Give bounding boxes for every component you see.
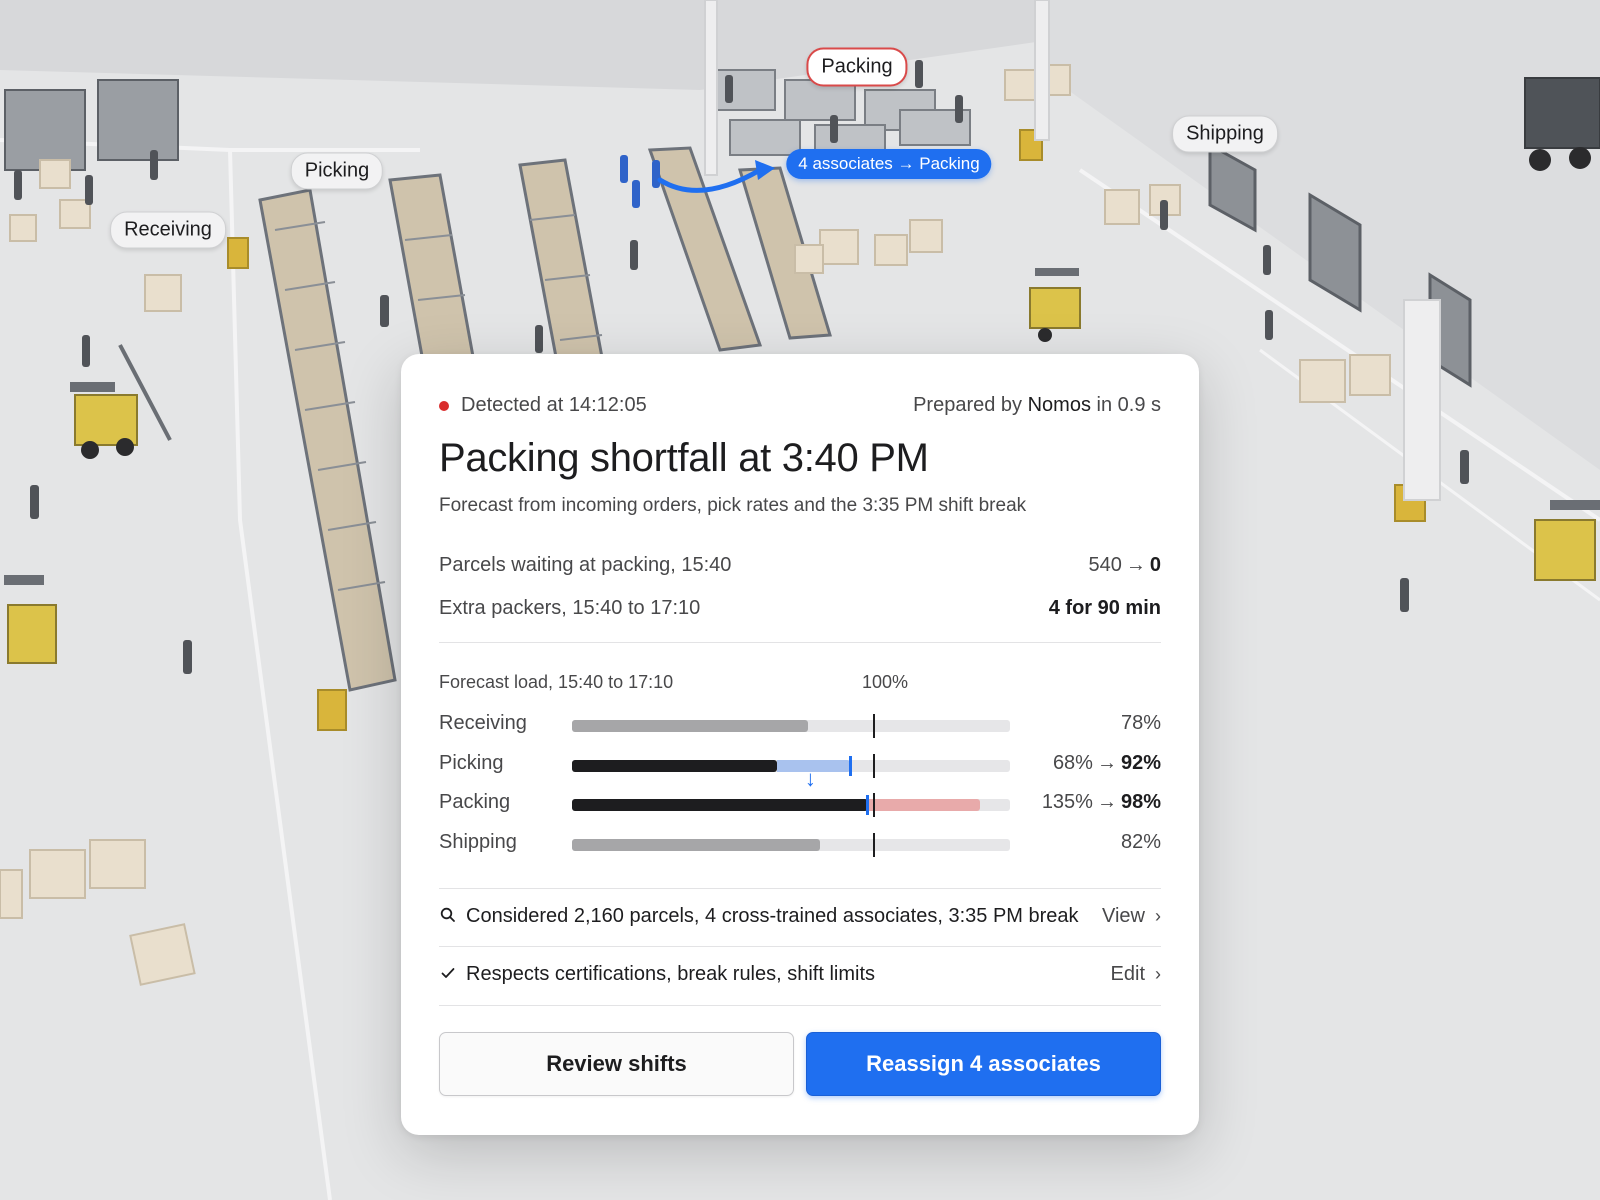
- load-row-value: 68% → 92%: [1053, 752, 1161, 775]
- considered-row[interactable]: Considered 2,160 parcels, 4 cross-traine…: [439, 903, 1161, 933]
- reference-100-tick: [873, 833, 876, 857]
- load-bar-fill: [572, 760, 778, 772]
- load-row-label: Shipping: [439, 831, 517, 853]
- move-associates-pill[interactable]: 4 associates → Packing: [786, 149, 992, 179]
- load-row-shipping: Shipping 82%: [439, 831, 1161, 857]
- constraints-text: Respects certifications, break rules, sh…: [466, 963, 876, 985]
- stat-to: 0: [1149, 554, 1161, 576]
- arrow-right-icon: →: [1125, 554, 1146, 576]
- reference-100-tick: [873, 793, 876, 817]
- divider: [439, 642, 1161, 643]
- load-row-value: 135% → 98%: [1042, 791, 1161, 814]
- stat-label: Extra packers, 15:40 to 17:10: [439, 597, 701, 619]
- load-row-picking: Picking 68% → 92%: [439, 752, 1161, 778]
- transfer-arrow-down-icon: ↓: [804, 766, 816, 791]
- load-row-value: 78%: [1120, 712, 1161, 734]
- divider: [439, 888, 1161, 889]
- stat-parcels-waiting: Parcels waiting at packing, 15:40 540 → 0: [439, 554, 1161, 582]
- view-link[interactable]: View ›: [1102, 905, 1161, 928]
- divider: [439, 946, 1161, 947]
- load-bar-track: [572, 754, 1010, 778]
- load-value-to: 98%: [1120, 791, 1161, 813]
- view-link-label: View: [1102, 905, 1145, 927]
- load-row-packing: Packing 135% → 98%: [439, 791, 1161, 817]
- stat-value-text: 4 for 90 min: [1048, 597, 1161, 619]
- shortfall-card: Detected at 14:12:05 Prepared by Nomos i…: [401, 354, 1199, 1135]
- zone-label-packing[interactable]: Packing: [806, 47, 908, 87]
- zone-label-picking[interactable]: Picking: [290, 152, 384, 190]
- prepared-by: Prepared by Nomos in 0.9 s: [913, 394, 1161, 417]
- load-value-from: 68%: [1052, 752, 1093, 774]
- arrow-right-icon: →: [1096, 752, 1117, 774]
- chevron-right-icon: ›: [1155, 906, 1161, 926]
- forecast-load-header: Forecast load, 15:40 to 17:10: [439, 672, 674, 692]
- divider: [439, 1005, 1161, 1006]
- constraints-row[interactable]: Respects certifications, break rules, sh…: [439, 961, 1161, 991]
- load-bar-track: [572, 833, 1010, 857]
- load-bar-fill: [572, 799, 869, 811]
- load-bar-track: [572, 793, 1010, 817]
- reference-100-tick: [873, 754, 876, 778]
- reference-100-tick: [873, 714, 876, 738]
- detection-meta: Detected at 14:12:05 Prepared by Nomos i…: [439, 394, 1161, 422]
- arrow-right-icon: →: [1096, 791, 1117, 813]
- detected-time: Detected at 14:12:05: [461, 394, 647, 416]
- load-bar-new-marker: [848, 756, 852, 776]
- load-bar-track: [572, 714, 1010, 738]
- load-bar-fill: [572, 720, 808, 732]
- load-bar-removed: [868, 799, 980, 811]
- stat-value: 4 for 90 min: [1049, 597, 1161, 620]
- review-shifts-button[interactable]: Review shifts: [439, 1032, 794, 1096]
- prepared-prefix: Prepared by: [913, 394, 1028, 416]
- load-row-label: Picking: [439, 752, 504, 774]
- load-row-value: 82%: [1120, 831, 1161, 853]
- load-bar-fill: [572, 839, 820, 851]
- load-row-label: Packing: [439, 791, 511, 813]
- considered-text: Considered 2,160 parcels, 4 cross-traine…: [466, 905, 1079, 927]
- stat-label: Parcels waiting at packing, 15:40: [439, 554, 732, 576]
- card-title: Packing shortfall at 3:40 PM: [439, 436, 929, 480]
- stat-from: 540: [1088, 554, 1122, 576]
- stat-value: 540 → 0: [1089, 554, 1162, 577]
- reassign-associates-button[interactable]: Reassign 4 associates: [806, 1032, 1161, 1096]
- load-value-to: 92%: [1120, 752, 1161, 774]
- search-icon: [440, 907, 455, 922]
- load-value-from: 135%: [1041, 791, 1093, 813]
- load-row-label: Receiving: [439, 712, 527, 734]
- zone-label-shipping[interactable]: Shipping: [1172, 115, 1278, 153]
- chevron-right-icon: ›: [1155, 964, 1161, 984]
- stat-extra-packers: Extra packers, 15:40 to 17:10 4 for 90 m…: [439, 597, 1161, 625]
- edit-link-label: Edit: [1110, 963, 1145, 985]
- alert-dot-icon: [439, 400, 449, 411]
- load-row-receiving: Receiving 78%: [439, 712, 1161, 738]
- prepared-brand: Nomos: [1027, 394, 1091, 416]
- prepared-suffix: in 0.9 s: [1090, 394, 1162, 416]
- edit-link[interactable]: Edit ›: [1111, 963, 1161, 986]
- reference-100-label: 100%: [862, 672, 909, 692]
- card-subtitle: Forecast from incoming orders, pick rate…: [439, 495, 1027, 516]
- check-icon: [441, 968, 455, 978]
- load-bar-new-marker: [866, 795, 870, 815]
- zone-label-receiving[interactable]: Receiving: [110, 211, 226, 249]
